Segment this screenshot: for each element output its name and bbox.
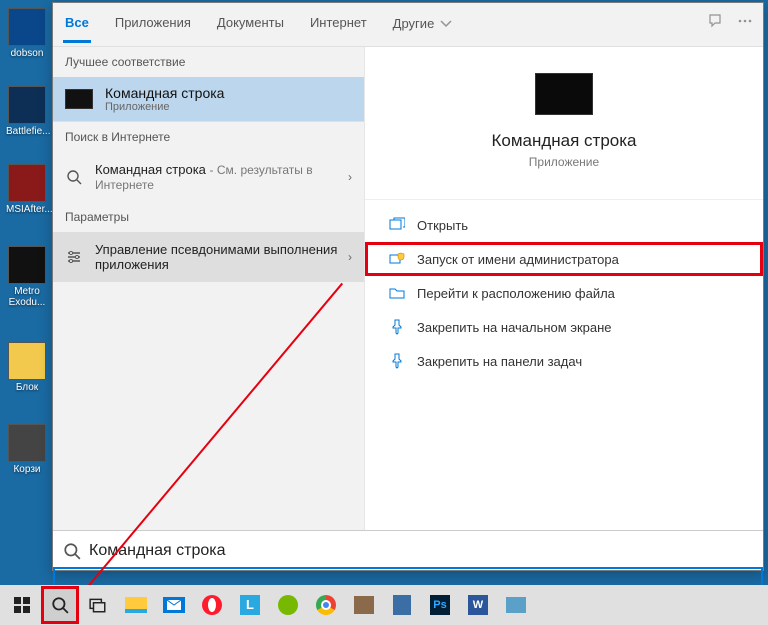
settings-icon [65, 248, 83, 266]
feedback-icon[interactable] [707, 13, 723, 29]
more-icon[interactable] [737, 13, 753, 29]
action-run-admin[interactable]: Запуск от имени администратора [365, 242, 763, 276]
tab-other[interactable]: Другие [391, 3, 457, 41]
pin-icon [389, 319, 405, 335]
params-row[interactable]: Управление псевдонимами выполнения прило… [53, 232, 364, 282]
best-match-item[interactable]: Командная строка Приложение [53, 77, 364, 122]
search-panel: Все Приложения Документы Интернет Другие… [52, 2, 764, 571]
preview-subtitle: Приложение [529, 155, 599, 169]
tab-web[interactable]: Интернет [308, 3, 369, 40]
taskbar-app[interactable] [346, 587, 382, 623]
desktop-icon[interactable]: MSIAfter... [6, 164, 48, 215]
desktop-icon[interactable]: Корзи [6, 424, 48, 475]
taskbar-search[interactable] [42, 587, 78, 623]
section-best: Лучшее соответствие [53, 47, 364, 77]
section-params: Параметры [53, 202, 364, 232]
start-button[interactable] [4, 587, 40, 623]
tab-all[interactable]: Все [63, 3, 91, 43]
taskbar-chrome[interactable] [308, 587, 344, 623]
search-icon [65, 168, 83, 186]
tab-apps[interactable]: Приложения [113, 3, 193, 40]
chevron-right-icon: › [348, 250, 352, 264]
chevron-right-icon: › [348, 170, 352, 184]
action-open[interactable]: Открыть [365, 208, 763, 242]
taskbar-calc[interactable] [384, 587, 420, 623]
taskbar-photoshop[interactable]: Ps [422, 587, 458, 623]
web-result-label: Командная строка [95, 162, 206, 177]
section-web: Поиск в Интернете [53, 122, 364, 152]
desktop-icon[interactable]: dobson [6, 8, 48, 59]
tab-bar: Все Приложения Документы Интернет Другие [53, 3, 763, 47]
action-file-location[interactable]: Перейти к расположению файла [365, 276, 763, 310]
preview-thumb [535, 73, 593, 115]
shield-icon [389, 251, 405, 267]
taskbar-explorer[interactable] [118, 587, 154, 623]
results-list: Лучшее соответствие Командная строка При… [53, 47, 364, 530]
search-icon [63, 542, 81, 560]
taskbar-opera[interactable] [194, 587, 230, 623]
desktop-icon[interactable]: Блок [6, 342, 48, 393]
folder-icon [389, 285, 405, 301]
best-match-title: Командная строка [105, 85, 224, 101]
open-icon [389, 217, 405, 233]
search-box[interactable] [53, 530, 763, 570]
actions-list: Открыть Запуск от имени администратора П… [365, 199, 763, 386]
preview-title: Командная строка [491, 131, 636, 151]
taskbar-app[interactable] [498, 587, 534, 623]
desktop-icon[interactable]: Battlefie... [6, 86, 48, 137]
pin-icon [389, 353, 405, 369]
taskbar-word[interactable]: W [460, 587, 496, 623]
taskbar-nvidia[interactable] [270, 587, 306, 623]
cmd-icon [65, 89, 93, 109]
taskbar-app[interactable]: L [232, 587, 268, 623]
desktop-icon[interactable]: Metro Exodu... [6, 246, 48, 308]
action-pin-taskbar[interactable]: Закрепить на панели задач [365, 344, 763, 378]
best-match-subtitle: Приложение [105, 101, 224, 113]
action-pin-start[interactable]: Закрепить на начальном экране [365, 310, 763, 344]
taskbar-mail[interactable] [156, 587, 192, 623]
preview-pane: Командная строка Приложение Открыть Запу… [364, 47, 763, 530]
taskbar-taskview[interactable] [80, 587, 116, 623]
web-result-row[interactable]: Командная строка - См. результаты в Инте… [53, 152, 364, 202]
params-label: Управление псевдонимами выполнения прило… [95, 242, 352, 272]
taskbar: L Ps W [0, 585, 768, 625]
tab-docs[interactable]: Документы [215, 3, 286, 40]
search-input[interactable] [89, 542, 753, 560]
chevron-down-icon [438, 15, 454, 31]
